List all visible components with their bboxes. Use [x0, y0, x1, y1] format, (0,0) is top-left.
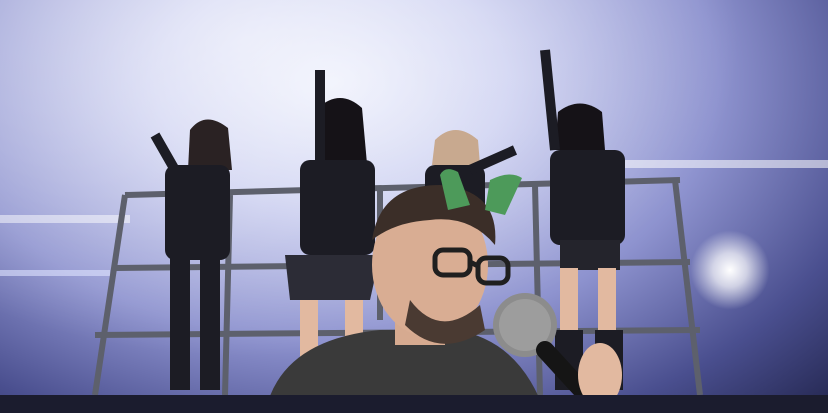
- stage-floor: [0, 395, 828, 413]
- performer-1: [150, 119, 232, 390]
- scene-illustration: [0, 49, 828, 413]
- performer-2: [285, 70, 380, 360]
- performer-4: [540, 49, 625, 390]
- concert-scene: [0, 0, 828, 413]
